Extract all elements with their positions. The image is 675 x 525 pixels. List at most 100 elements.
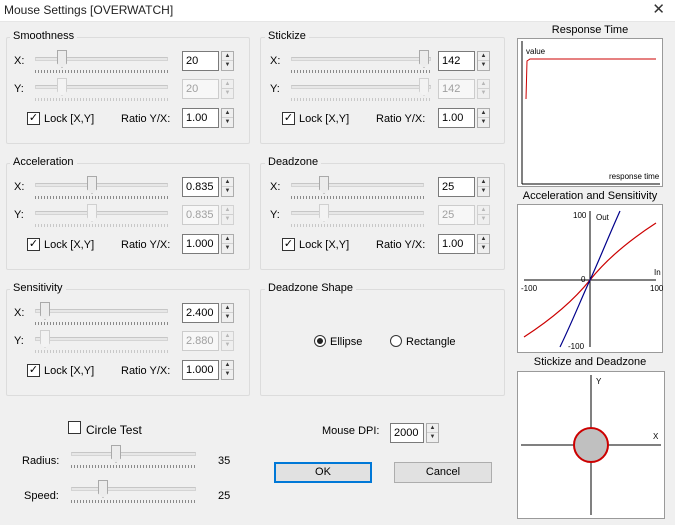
acceleration-x-slider-ticks — [35, 196, 168, 199]
acceleration-ratio-input[interactable]: 1.000 — [182, 234, 219, 254]
deadzone-x-spinner[interactable]: ▲ ▼ — [477, 177, 490, 197]
stickize-x-slider-track[interactable] — [291, 57, 431, 61]
ellipse-radio-label[interactable]: Ellipse — [330, 336, 362, 348]
spin-up-icon[interactable]: ▲ — [222, 109, 233, 118]
spin-down-icon[interactable]: ▼ — [222, 187, 233, 196]
spin-down-icon[interactable]: ▼ — [222, 370, 233, 379]
deadzone-ratio-spinner[interactable]: ▲ ▼ — [477, 234, 490, 254]
accel-sens-x-left: -100 — [521, 284, 538, 293]
spin-up-icon[interactable]: ▲ — [222, 361, 233, 370]
acceleration-x-slider-track[interactable] — [35, 183, 168, 187]
stickize-deadzone-x-label: X — [653, 432, 659, 441]
stickize-ratio-spinner[interactable]: ▲ ▼ — [477, 108, 490, 128]
deadzone-x-slider-track[interactable] — [291, 183, 424, 187]
mouse-dpi-spinner[interactable]: ▲ ▼ — [426, 423, 439, 443]
sensitivity-x-input[interactable]: 2.400 — [182, 303, 219, 323]
acceleration-ratio-spinner[interactable]: ▲ ▼ — [221, 234, 234, 254]
window-title: Mouse Settings [OVERWATCH] — [4, 3, 174, 17]
sensitivity-lock-checkbox[interactable]: ✓ — [27, 364, 40, 377]
smoothness-x-slider-track[interactable] — [35, 57, 168, 61]
rectangle-radio[interactable] — [390, 335, 402, 347]
sensitivity-ratio-input[interactable]: 1.000 — [182, 360, 219, 380]
spin-down-icon[interactable]: ▼ — [478, 118, 489, 127]
stickize-lock-checkbox[interactable]: ✓ — [282, 112, 295, 125]
spin-up-icon[interactable]: ▲ — [222, 304, 233, 313]
spin-down-icon[interactable]: ▼ — [222, 61, 233, 70]
sensitivity-x-slider-track[interactable] — [35, 309, 168, 313]
spin-down-icon[interactable]: ▼ — [478, 244, 489, 253]
close-icon[interactable]: ✕ — [652, 1, 665, 19]
radius-slider-track[interactable] — [71, 452, 196, 456]
rectangle-radio-label[interactable]: Rectangle — [406, 336, 456, 348]
deadzone-y-spinner: ▲ ▼ — [477, 205, 490, 225]
mouse-dpi-input[interactable]: 2000 — [390, 423, 424, 443]
radius-slider-thumb[interactable] — [111, 445, 121, 463]
smoothness-x-input[interactable]: 20 — [182, 51, 219, 71]
spin-down-icon[interactable]: ▼ — [478, 61, 489, 70]
sensitivity-x-spinner[interactable]: ▲ ▼ — [221, 303, 234, 323]
spin-up-icon[interactable]: ▲ — [478, 109, 489, 118]
stickize-ratio-input[interactable]: 1.00 — [438, 108, 475, 128]
speed-value: 25 — [218, 490, 231, 502]
smoothness-title: Smoothness — [10, 30, 78, 42]
stickize-x-input[interactable]: 142 — [438, 51, 475, 71]
spin-up-icon[interactable]: ▲ — [222, 235, 233, 244]
spin-up-icon[interactable]: ▲ — [478, 235, 489, 244]
smoothness-x-spinner[interactable]: ▲ ▼ — [221, 51, 234, 71]
smoothness-y-slider-ticks — [35, 98, 168, 101]
smoothness-ratio-spinner[interactable]: ▲ ▼ — [221, 108, 234, 128]
spin-up-icon[interactable]: ▲ — [478, 178, 489, 187]
spin-down-icon: ▼ — [224, 342, 231, 348]
smoothness-lock-checkbox[interactable]: ✓ — [27, 112, 40, 125]
accel-sens-title: Acceleration and Sensitivity — [522, 190, 658, 202]
accel-sens-y-bottom: -100 — [568, 342, 585, 351]
spin-down-icon[interactable]: ▼ — [478, 187, 489, 196]
sensitivity-ratio-spinner[interactable]: ▲ ▼ — [221, 360, 234, 380]
response-time-curve — [525, 58, 656, 100]
response-time-y-label: value — [526, 47, 546, 56]
deadzone-ratio-label: Ratio Y/X: — [376, 239, 426, 251]
stickize-y-slider-track — [291, 85, 431, 89]
acceleration-lock-label: Lock [X,Y] — [44, 239, 95, 251]
ellipse-radio[interactable] — [314, 335, 326, 347]
stickize-deadzone-plot — [521, 375, 661, 515]
speed-slider-track[interactable] — [71, 487, 196, 491]
circle-test-label[interactable]: Circle Test — [86, 423, 142, 437]
deadzone-shape-title: Deadzone Shape — [265, 282, 357, 294]
spin-down-icon[interactable]: ▼ — [222, 118, 233, 127]
acceleration-lock-checkbox[interactable]: ✓ — [27, 238, 40, 251]
spin-up-icon: ▲ — [222, 332, 233, 341]
ok-button[interactable]: OK — [274, 462, 372, 483]
deadzone-y-input: 25 — [438, 205, 475, 225]
acceleration-x-spinner[interactable]: ▲ ▼ — [221, 177, 234, 197]
smoothness-y-slider-track — [35, 85, 168, 89]
deadzone-ratio-input[interactable]: 1.00 — [438, 234, 475, 254]
circle-test-checkbox[interactable] — [68, 421, 81, 434]
deadzone-lock-checkbox[interactable]: ✓ — [282, 238, 295, 251]
spin-up-icon[interactable]: ▲ — [222, 178, 233, 187]
smoothness-ratio-input[interactable]: 1.00 — [182, 108, 219, 128]
deadzone-lock-label: Lock [X,Y] — [299, 239, 350, 251]
spin-down-icon[interactable]: ▼ — [427, 433, 438, 442]
response-time-title: Response Time — [551, 24, 629, 36]
spin-up-icon[interactable]: ▲ — [478, 52, 489, 61]
spin-up-icon[interactable]: ▲ — [222, 52, 233, 61]
spin-down-icon: ▼ — [224, 216, 231, 222]
sensitivity-y-label: Y: — [14, 335, 24, 347]
spin-up-icon[interactable]: ▲ — [427, 424, 438, 433]
speed-slider-thumb[interactable] — [98, 480, 108, 498]
smoothness-x-slider-ticks — [35, 70, 168, 73]
deadzone-y-slider-ticks — [291, 224, 424, 227]
stickize-x-slider-ticks — [291, 70, 431, 73]
deadzone-x-input[interactable]: 25 — [438, 177, 475, 197]
deadzone-y-slider-track — [291, 211, 424, 215]
spin-down-icon[interactable]: ▼ — [222, 313, 233, 322]
cancel-button[interactable]: Cancel — [394, 462, 492, 483]
spin-down-icon[interactable]: ▼ — [222, 244, 233, 253]
acceleration-x-input[interactable]: 0.835 — [182, 177, 219, 197]
deadzone-x-label: X: — [270, 181, 281, 193]
spin-up-icon: ▲ — [222, 206, 233, 215]
stickize-x-spinner[interactable]: ▲ ▼ — [477, 51, 490, 71]
sensitivity-y-spinner: ▲ ▼ — [221, 331, 234, 351]
stickize-y-label: Y: — [270, 83, 280, 95]
